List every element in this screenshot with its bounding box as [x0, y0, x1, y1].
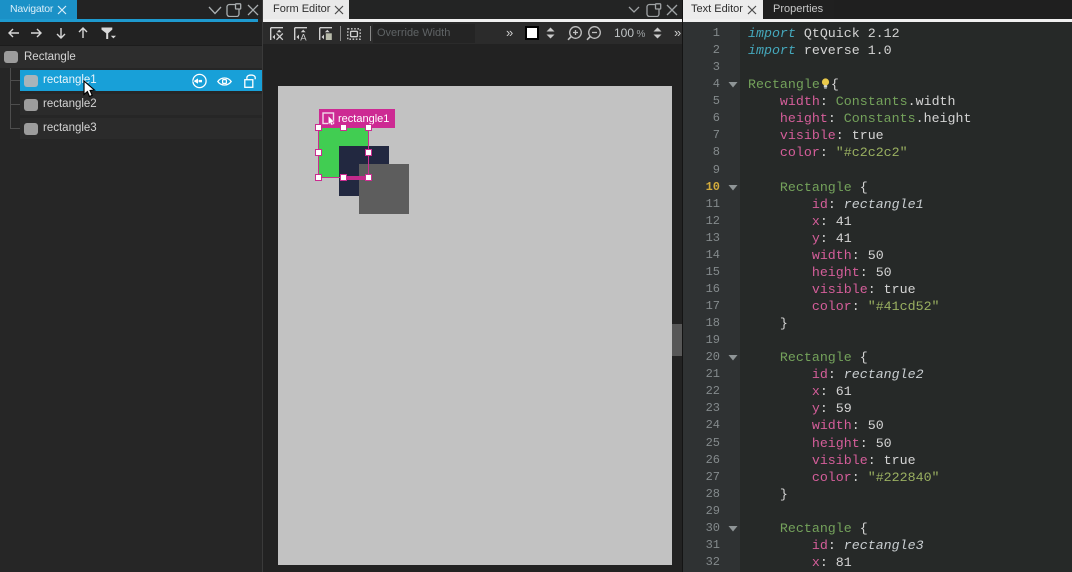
- svg-text:A: A: [300, 33, 307, 41]
